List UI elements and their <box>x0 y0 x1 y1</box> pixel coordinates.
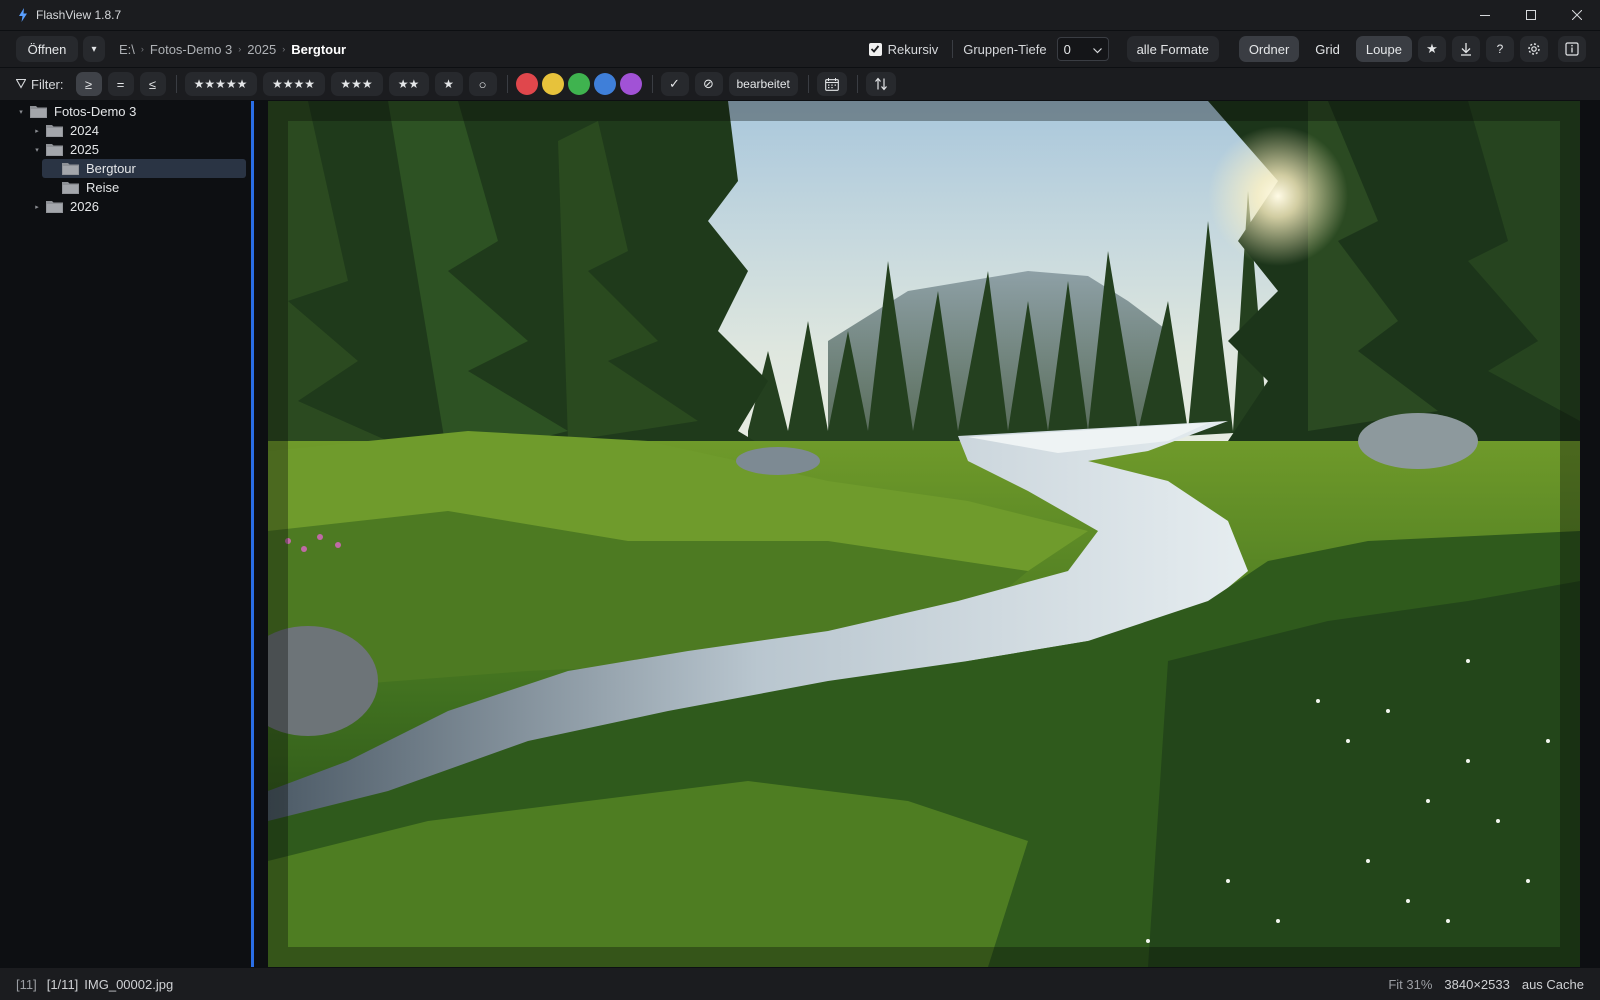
sort-icon[interactable] <box>865 72 896 96</box>
tree-item-reise[interactable]: Reise <box>10 178 248 197</box>
group-depth-select[interactable]: 0 <box>1056 37 1109 61</box>
view-mode-folder[interactable]: Ordner <box>1238 36 1300 62</box>
calendar-icon[interactable] <box>816 72 847 96</box>
recursive-label: Rekursiv <box>887 41 939 57</box>
breadcrumb-year[interactable]: 2025 <box>247 42 276 57</box>
breadcrumb-drive[interactable]: E:\ <box>119 42 135 57</box>
filter-divider <box>651 75 653 93</box>
filter-divider <box>807 75 809 93</box>
tree-item-2025[interactable]: ▾ 2025 <box>10 140 248 159</box>
folder-icon <box>62 162 79 175</box>
star-icon[interactable]: ★ <box>1418 36 1446 62</box>
color-label-blue[interactable] <box>593 73 616 95</box>
tree-item-bergtour[interactable]: Bergtour <box>42 159 246 178</box>
color-label-green[interactable] <box>567 73 590 95</box>
open-button[interactable]: Öffnen <box>16 36 78 62</box>
gear-icon[interactable] <box>1520 36 1548 62</box>
lightning-icon <box>16 7 30 23</box>
comparator-gte[interactable]: ≥ <box>75 72 102 96</box>
folder-icon <box>30 105 47 118</box>
checkmark-icon[interactable] <box>868 42 882 56</box>
toolbar-divider <box>952 40 954 58</box>
filter-bar: Filter: ≥ = ≤ ★★★★★ ★★★★ ★★★ ★★ ★ ○ ✓ ⊘ … <box>0 68 1600 100</box>
status-position: [1/11] <box>46 976 79 992</box>
rejected-filter-button[interactable]: ⊘ <box>694 72 723 96</box>
status-source: aus Cache <box>1521 976 1584 992</box>
filter-label: Filter: <box>15 76 64 92</box>
loupe-viewer[interactable] <box>260 101 1588 967</box>
folder-tree: ▾ Fotos-Demo 3 ▸ 2024 ▾ 2025 Bergtour Re… <box>10 101 248 967</box>
view-mode-loupe[interactable]: Loupe <box>1355 36 1412 62</box>
status-zoom: Fit 31% <box>1388 976 1433 992</box>
group-depth-value: 0 <box>1063 41 1071 57</box>
rating-1-button[interactable]: ★ <box>434 72 463 96</box>
rating-none-button[interactable]: ○ <box>468 72 497 96</box>
main-toolbar: Öffnen ▾ E:\ › Fotos-Demo 3 › 2025 › Ber… <box>0 31 1600 67</box>
color-label-red[interactable] <box>515 73 538 95</box>
tree-item-label: 2024 <box>70 123 99 138</box>
comparator-eq[interactable]: = <box>107 72 134 96</box>
info-panel-icon[interactable] <box>1558 36 1586 62</box>
folder-icon <box>46 124 63 137</box>
folder-icon <box>46 143 63 156</box>
chevron-right-icon: › <box>140 44 144 54</box>
color-label-purple[interactable] <box>619 73 642 95</box>
view-mode-grid[interactable]: Grid <box>1305 36 1350 62</box>
rating-2-button[interactable]: ★★ <box>388 72 429 96</box>
color-label-yellow[interactable] <box>541 73 564 95</box>
comparator-lte[interactable]: ≤ <box>139 72 166 96</box>
tree-item-2024[interactable]: ▸ 2024 <box>10 121 248 140</box>
tree-item-label: Fotos-Demo 3 <box>54 104 137 119</box>
chevron-right-icon: › <box>238 44 242 54</box>
funnel-icon <box>15 77 27 92</box>
folder-icon <box>46 200 63 213</box>
rating-5-button[interactable]: ★★★★★ <box>184 72 257 96</box>
caret-right-icon[interactable]: ▸ <box>32 127 42 135</box>
status-count: [11] <box>16 976 37 992</box>
edited-filter-button[interactable]: bearbeitet <box>728 72 798 96</box>
caret-right-icon[interactable]: ▸ <box>32 203 42 211</box>
tree-item-label: Reise <box>86 180 120 195</box>
formats-button[interactable]: alle Formate <box>1126 36 1219 62</box>
status-dimensions: 3840×2533 <box>1444 976 1510 992</box>
folder-icon <box>62 181 79 194</box>
accepted-filter-button[interactable]: ✓ <box>660 72 689 96</box>
mountain-stream-forest-photo <box>268 101 1580 967</box>
download-icon[interactable] <box>1452 36 1480 62</box>
caret-down-icon[interactable]: ▾ <box>16 108 26 116</box>
status-bar: [11] [1/11] IMG_00002.jpg Fit 31% 3840×2… <box>0 968 1600 1000</box>
help-icon[interactable]: ? <box>1486 36 1514 62</box>
breadcrumb-current[interactable]: Bergtour <box>291 42 346 57</box>
filter-divider <box>506 75 508 93</box>
rating-4-button[interactable]: ★★★★ <box>262 72 325 96</box>
rating-3-button[interactable]: ★★★ <box>330 72 383 96</box>
filter-divider <box>175 75 177 93</box>
tree-item-label: 2025 <box>70 142 99 157</box>
tree-item-label: Bergtour <box>86 161 136 176</box>
window-title: FlashView 1.8.7 <box>36 8 122 22</box>
breadcrumb: E:\ › Fotos-Demo 3 › 2025 › Bergtour <box>119 42 346 57</box>
chevron-down-icon <box>1092 42 1102 57</box>
maximize-icon[interactable] <box>1508 0 1554 30</box>
chevron-right-icon: › <box>282 44 286 54</box>
status-right: Fit 31% 3840×2533 aus Cache <box>1388 977 1584 992</box>
status-left: [11] [1/11] IMG_00002.jpg <box>16 977 173 992</box>
tree-item-fotos-demo-3[interactable]: ▾ Fotos-Demo 3 <box>10 102 248 121</box>
filter-label-text: Filter: <box>31 76 64 92</box>
group-depth-label: Gruppen-Tiefe <box>963 41 1047 57</box>
tree-item-2026[interactable]: ▸ 2026 <box>10 197 248 216</box>
toolbar-right-group: Rekursiv Gruppen-Tiefe 0 alle Formate Or… <box>868 36 1586 62</box>
tree-item-label: 2026 <box>70 199 99 214</box>
filter-divider <box>856 75 858 93</box>
status-filename: IMG_00002.jpg <box>84 976 174 992</box>
breadcrumb-folder[interactable]: Fotos-Demo 3 <box>150 42 232 57</box>
open-menu-button[interactable]: ▾ <box>83 36 105 62</box>
close-icon[interactable] <box>1554 0 1600 30</box>
window-controls <box>1462 0 1600 30</box>
title-bar: FlashView 1.8.7 <box>0 0 1600 30</box>
caret-down-icon[interactable]: ▾ <box>32 146 42 154</box>
recursive-checkbox[interactable]: Rekursiv <box>868 41 939 57</box>
panel-splitter[interactable] <box>251 101 254 967</box>
minimize-icon[interactable] <box>1462 0 1508 30</box>
